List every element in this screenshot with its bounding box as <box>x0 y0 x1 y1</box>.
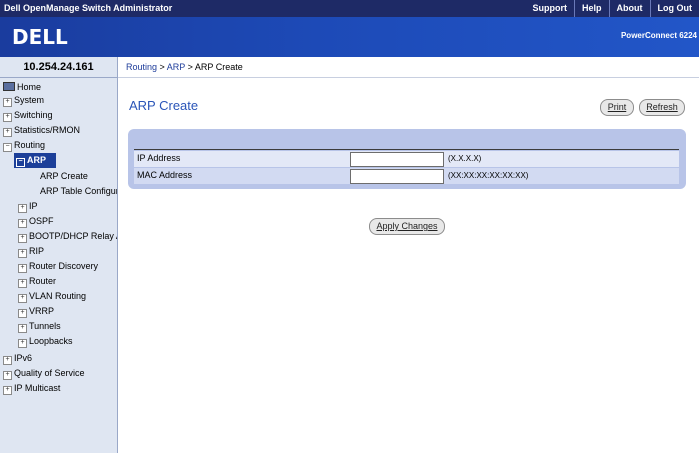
sidebar-item-label: Loopbacks <box>29 336 73 346</box>
support-link[interactable]: Support <box>525 0 574 17</box>
sidebar-item-label: IP Multicast <box>14 383 61 393</box>
print-button[interactable]: Print <box>600 99 634 116</box>
sidebar-item-router[interactable]: + Router <box>18 274 56 289</box>
sidebar-item-label: VRRP <box>29 306 55 316</box>
sidebar-item-label: ARP Create <box>40 171 88 181</box>
expand-plus-icon[interactable]: + <box>3 113 12 122</box>
dell-logo: DELL <box>12 25 68 49</box>
sidebar-item-arp[interactable]: − ARP <box>14 153 56 168</box>
sidebar-item-arp-create[interactable]: ARP Create <box>40 169 88 184</box>
mac-address-format-hint: (XX:XX:XX:XX:XX:XX) <box>448 171 529 180</box>
sidebar-item-label: IPv6 <box>14 353 33 363</box>
breadcrumb-separator: > <box>157 62 167 72</box>
product-name: PowerConnect 6224 <box>620 31 697 40</box>
help-link[interactable]: Help <box>573 0 609 17</box>
expand-plus-icon[interactable]: + <box>18 219 27 228</box>
sidebar-item-router-discovery[interactable]: + Router Discovery <box>18 259 98 274</box>
ip-address-format-hint: (X.X.X.X) <box>448 154 482 163</box>
arp-create-form: IP Address (X.X.X.X) MAC Address (XX:XX:… <box>128 129 686 189</box>
home-icon <box>3 82 15 91</box>
expand-plus-icon[interactable]: + <box>3 128 12 137</box>
sidebar-item-label: System <box>14 95 45 105</box>
divider <box>134 149 679 150</box>
sidebar-item-label: Switching <box>14 110 53 120</box>
expand-plus-icon[interactable]: + <box>18 279 27 288</box>
sidebar-item-bootp-dhcp-relay[interactable]: +BOOTP/DHCP Relay Agent <box>18 229 117 244</box>
sidebar-item-label: Routing <box>14 140 46 150</box>
sidebar-item-label: Router <box>29 276 57 286</box>
logout-link[interactable]: Log Out <box>649 0 699 17</box>
expand-plus-icon[interactable]: + <box>3 371 12 380</box>
switch-ip: 10.254.24.161 <box>0 57 118 78</box>
sidebar-item-vrrp[interactable]: + VRRP <box>18 304 54 319</box>
sidebar-item-label: Statistics/RMON <box>14 125 81 135</box>
expand-plus-icon[interactable]: + <box>3 356 12 365</box>
sidebar-item-arp-table-config[interactable]: ARP Table Configuration <box>40 184 117 199</box>
mac-address-row: MAC Address (XX:XX:XX:XX:XX:XX) <box>134 168 679 184</box>
sidebar-item-label: OSPF <box>29 216 54 226</box>
sidebar-item-tunnels[interactable]: + Tunnels <box>18 319 61 334</box>
top-bar: Dell OpenManage Switch Administrator Sup… <box>0 0 699 17</box>
refresh-button[interactable]: Refresh <box>639 99 685 116</box>
breadcrumb: Routing > ARP > ARP Create <box>118 57 699 78</box>
sidebar-item-label: BOOTP/DHCP Relay Agent <box>29 231 117 241</box>
sidebar-item-label: Home <box>17 82 42 92</box>
ip-address-label: IP Address <box>137 153 181 163</box>
apply-changes-button[interactable]: Apply Changes <box>369 218 445 235</box>
mac-address-label: MAC Address <box>137 170 193 180</box>
expand-plus-icon[interactable]: + <box>18 234 27 243</box>
expand-plus-icon[interactable]: + <box>18 339 27 348</box>
app-title: Dell OpenManage Switch Administrator <box>4 3 173 13</box>
sidebar-item-label: Router Discovery <box>29 261 99 271</box>
breadcrumb-separator: > <box>185 62 195 72</box>
sidebar-item-label: RIP <box>29 246 45 256</box>
sidebar-item-ip[interactable]: + IP <box>18 199 38 214</box>
expand-plus-icon[interactable]: + <box>18 249 27 258</box>
breadcrumb-routing[interactable]: Routing <box>126 62 157 72</box>
sidebar-item-label: Tunnels <box>29 321 61 331</box>
sidebar-item-label: ARP <box>27 155 47 165</box>
about-link[interactable]: About <box>608 0 650 17</box>
sidebar-item-label: Quality of Service <box>14 368 85 378</box>
expand-plus-icon[interactable]: + <box>18 324 27 333</box>
sidebar-item-label: ARP Table Configuration <box>40 186 117 196</box>
sidebar-item-vlan-routing[interactable]: + VLAN Routing <box>18 289 86 304</box>
page-title: ARP Create <box>129 98 199 113</box>
sidebar-item-system[interactable]: + System <box>3 93 44 108</box>
sidebar-item-label: IP <box>29 201 38 211</box>
ip-address-input[interactable] <box>350 152 444 167</box>
breadcrumb-arp[interactable]: ARP <box>167 62 185 72</box>
mac-address-input[interactable] <box>350 169 444 184</box>
sidebar-item-routing[interactable]: − Routing <box>3 138 45 153</box>
sidebar-item-label: VLAN Routing <box>29 291 87 301</box>
sidebar-tree: Home + System + Switching + Statistics/RMON… <box>0 78 118 453</box>
expand-plus-icon[interactable]: + <box>18 204 27 213</box>
breadcrumb-current: ARP Create <box>194 62 243 72</box>
sidebar-item-switching[interactable]: + Switching <box>3 108 53 123</box>
sidebar-item-ip-multicast[interactable]: + IP Multicast <box>3 381 60 396</box>
expand-plus-icon[interactable]: + <box>18 309 27 318</box>
sidebar-item-rip[interactable]: + RIP <box>18 244 44 259</box>
expand-plus-icon[interactable]: + <box>18 264 27 273</box>
expand-plus-icon[interactable]: + <box>3 386 12 395</box>
banner: DELL PowerConnect 6224 <box>0 17 699 57</box>
top-nav: Support Help About Log Out <box>525 0 699 17</box>
sidebar-item-ipv6[interactable]: + IPv6 <box>3 351 32 366</box>
sidebar-item-qos[interactable]: + Quality of Service <box>3 366 85 381</box>
sidebar-item-ospf[interactable]: + OSPF <box>18 214 54 229</box>
collapse-minus-icon[interactable]: − <box>3 143 12 152</box>
ip-address-row: IP Address (X.X.X.X) <box>134 151 679 167</box>
sidebar-item-loopbacks[interactable]: + Loopbacks <box>18 334 73 349</box>
sidebar-item-statistics-rmon[interactable]: + Statistics/RMON <box>3 123 80 138</box>
collapse-minus-icon[interactable]: − <box>16 158 25 167</box>
expand-plus-icon[interactable]: + <box>3 98 12 107</box>
expand-plus-icon[interactable]: + <box>18 294 27 303</box>
